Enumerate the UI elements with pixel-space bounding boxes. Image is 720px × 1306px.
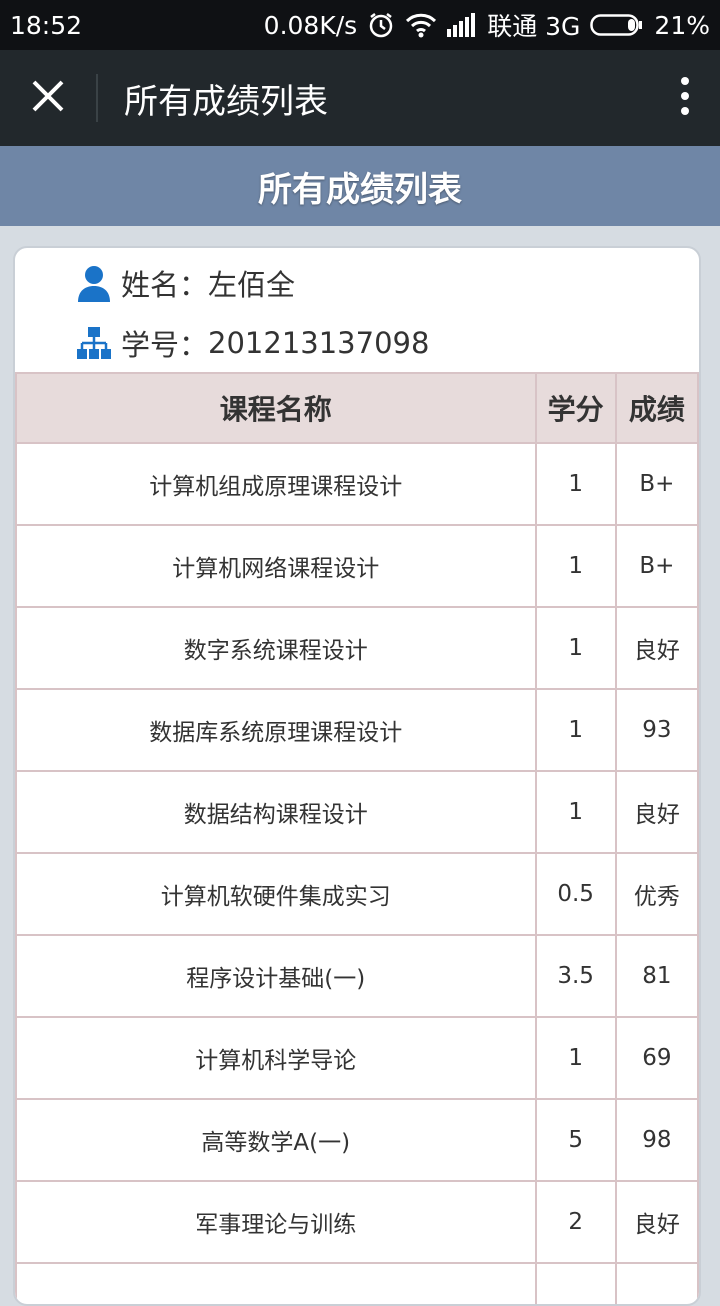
course-grade: B+: [614, 524, 699, 608]
name-label: 姓名：: [121, 268, 209, 302]
course-name: 高等数学A(一): [15, 1098, 537, 1182]
course-name: 计算机科学导论: [15, 1016, 537, 1100]
course-grade: 良好: [614, 1180, 699, 1264]
table-row: 数据结构课程设计 1 良好: [15, 770, 699, 854]
table-row: 计算机组成原理课程设计 1 B+: [15, 442, 699, 526]
table-row: 计算机科学导论 1 69: [15, 1016, 699, 1100]
table-row: 数据库系统原理课程设计 1 93: [15, 688, 699, 772]
course-name: 军事理论与训练: [15, 1180, 537, 1264]
course-credit: 3.5: [534, 934, 617, 1018]
table-row: 军事理论与训练 2 良好: [15, 1180, 699, 1264]
network-icon: [75, 324, 113, 362]
table-row: [15, 1262, 699, 1304]
course-grade: 良好: [614, 606, 699, 690]
name-value: 左佰全: [208, 268, 296, 302]
id-label: 学号：: [121, 328, 209, 362]
course-grade: 93: [614, 688, 699, 772]
close-icon: [31, 79, 65, 117]
table-row: 数字系统课程设计 1 良好: [15, 606, 699, 690]
course-name: 数据库系统原理课程设计: [15, 688, 537, 772]
course-grade: B+: [614, 442, 699, 526]
course-name: 计算机网络课程设计: [15, 524, 537, 608]
course-name: 程序设计基础(一): [15, 934, 537, 1018]
student-name-row: 姓名： 左佰全: [75, 262, 295, 304]
course-name: 数据结构课程设计: [15, 770, 537, 854]
signal-icon: [447, 13, 477, 37]
table-header-row: 课程名称 学分 成绩: [15, 372, 699, 444]
carrier-label: 联通 3G: [487, 12, 581, 41]
course-name: 数字系统课程设计: [15, 606, 537, 690]
course-name: 计算机软硬件集成实习: [15, 852, 537, 936]
grades-card: 姓名： 左佰全 学号： 201213137098 课程名称 学分 成绩 计算机组…: [13, 246, 701, 1306]
course-credit: 1: [534, 770, 617, 854]
alarm-icon: [367, 11, 395, 39]
app-bar: 所有成绩列表: [0, 50, 720, 146]
person-icon: [75, 264, 113, 302]
grades-table: 课程名称 学分 成绩 计算机组成原理课程设计 1 B+ 计算机网络课程设计 1 …: [15, 372, 699, 1304]
course-grade: 81: [614, 934, 699, 1018]
table-row: 计算机网络课程设计 1 B+: [15, 524, 699, 608]
id-value: 201213137098: [208, 326, 430, 360]
course-credit: 1: [534, 688, 617, 772]
course-grade: 良好: [614, 770, 699, 854]
course-grade: 69: [614, 1016, 699, 1100]
course-credit: [534, 1262, 617, 1304]
course-credit: 1: [534, 442, 617, 526]
course-name: [15, 1262, 537, 1304]
course-credit: 1: [534, 524, 617, 608]
student-id-row: 学号： 201213137098: [75, 322, 429, 364]
more-menu-button[interactable]: [650, 50, 720, 146]
course-credit: 1: [534, 606, 617, 690]
more-vert-icon: [680, 76, 690, 120]
header-credit: 学分: [534, 372, 617, 444]
wifi-icon: [405, 12, 437, 38]
battery-percent: 21%: [654, 10, 710, 40]
battery-icon: [590, 13, 644, 37]
table-row: 程序设计基础(一) 3.5 81: [15, 934, 699, 1018]
course-credit: 5: [534, 1098, 617, 1182]
network-speed: 0.08K/s: [263, 10, 358, 40]
course-credit: 0.5: [534, 852, 617, 936]
close-button[interactable]: [0, 50, 96, 146]
table-row: 计算机软硬件集成实习 0.5 优秀: [15, 852, 699, 936]
header-course: 课程名称: [15, 372, 537, 444]
status-time: 18:52: [10, 10, 83, 40]
course-grade: [614, 1262, 699, 1304]
course-grade: 98: [614, 1098, 699, 1182]
course-credit: 1: [534, 1016, 617, 1100]
status-right: 0.08K/s 联通 3G 21%: [264, 7, 710, 43]
table-row: 高等数学A(一) 5 98: [15, 1098, 699, 1182]
page-title: 所有成绩列表: [0, 146, 720, 226]
header-grade: 成绩: [614, 372, 699, 444]
app-bar-divider: [96, 74, 98, 122]
course-name: 计算机组成原理课程设计: [15, 442, 537, 526]
course-grade: 优秀: [614, 852, 699, 936]
course-credit: 2: [534, 1180, 617, 1264]
status-bar: 18:52 0.08K/s 联通 3G 21%: [0, 0, 720, 50]
app-bar-title: 所有成绩列表: [124, 81, 328, 122]
